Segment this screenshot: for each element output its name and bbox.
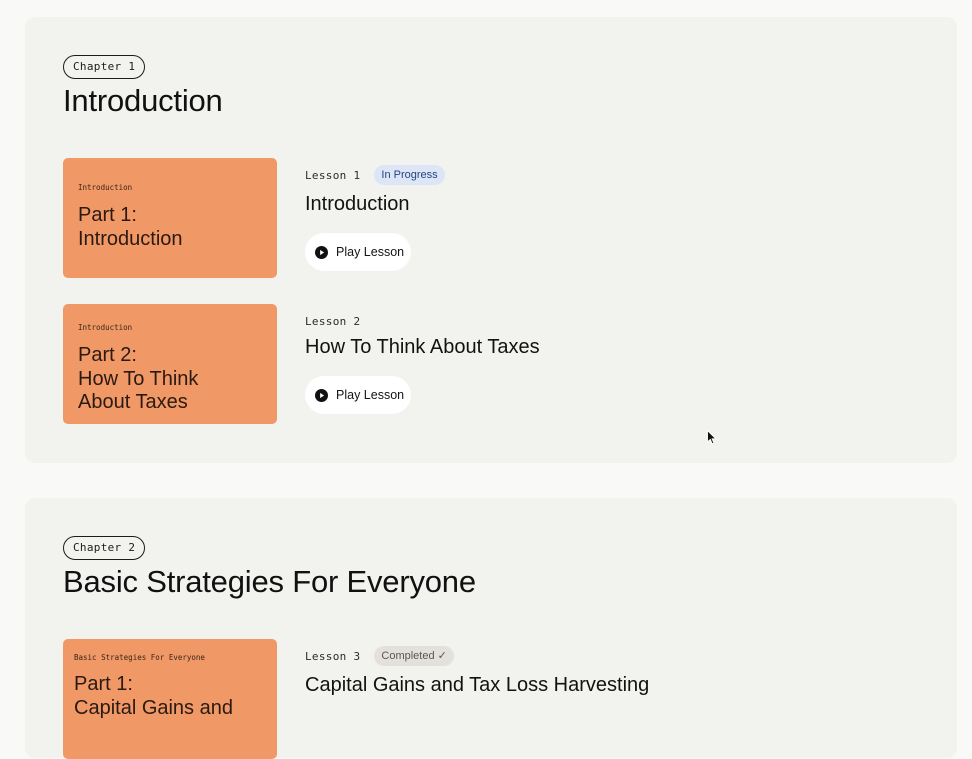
chapter-title: Introduction bbox=[63, 83, 223, 118]
play-lesson-label: Play Lesson bbox=[336, 388, 405, 402]
lesson-title: How To Think About Taxes bbox=[305, 336, 540, 358]
thumbnail-chapter-tag: Introduction bbox=[78, 183, 133, 192]
mouse-pointer-icon bbox=[707, 430, 717, 445]
lesson-title: Introduction bbox=[305, 193, 410, 215]
lesson-number: Lesson 1 bbox=[305, 168, 361, 182]
play-lesson-button[interactable]: Play Lesson bbox=[305, 233, 411, 271]
lesson-meta: Lesson 1 In Progress bbox=[305, 165, 445, 185]
thumbnail-chapter-tag: Basic Strategies For Everyone bbox=[74, 653, 205, 662]
lesson-meta: Lesson 3 Completed ✓ bbox=[305, 646, 454, 666]
chapter-card-1: Chapter 1 Introduction Introduction Part… bbox=[25, 17, 957, 463]
play-circle-icon bbox=[315, 388, 328, 402]
chapter-label-pill: Chapter 1 bbox=[63, 55, 146, 79]
play-lesson-label: Play Lesson bbox=[336, 245, 405, 259]
play-circle-icon bbox=[315, 245, 328, 259]
chapter-card-2: Chapter 2 Basic Strategies For Everyone … bbox=[25, 498, 957, 759]
thumbnail-chapter-tag: Introduction bbox=[78, 323, 133, 332]
lesson-number: Lesson 2 bbox=[305, 314, 361, 328]
thumbnail-title: Part 1: Introduction bbox=[78, 204, 183, 250]
play-lesson-button[interactable]: Play Lesson bbox=[305, 376, 411, 414]
lesson-title: Capital Gains and Tax Loss Harvesting bbox=[305, 674, 650, 696]
status-badge-in-progress: In Progress bbox=[374, 165, 445, 185]
lesson-meta: Lesson 2 bbox=[305, 311, 360, 331]
thumbnail-title: Part 2: How To Think About Taxes bbox=[78, 344, 199, 413]
lesson-thumbnail[interactable]: Introduction Part 2: How To Think About … bbox=[63, 304, 277, 424]
lesson-number: Lesson 3 bbox=[305, 649, 361, 663]
lesson-thumbnail[interactable]: Basic Strategies For Everyone Part 1: Ca… bbox=[63, 639, 277, 759]
lesson-thumbnail[interactable]: Introduction Part 1: Introduction bbox=[63, 158, 277, 278]
status-badge-completed: Completed ✓ bbox=[374, 646, 454, 666]
chapter-label-pill: Chapter 2 bbox=[63, 536, 146, 560]
chapter-title: Basic Strategies For Everyone bbox=[63, 564, 476, 599]
thumbnail-title: Part 1: Capital Gains and bbox=[74, 673, 233, 719]
